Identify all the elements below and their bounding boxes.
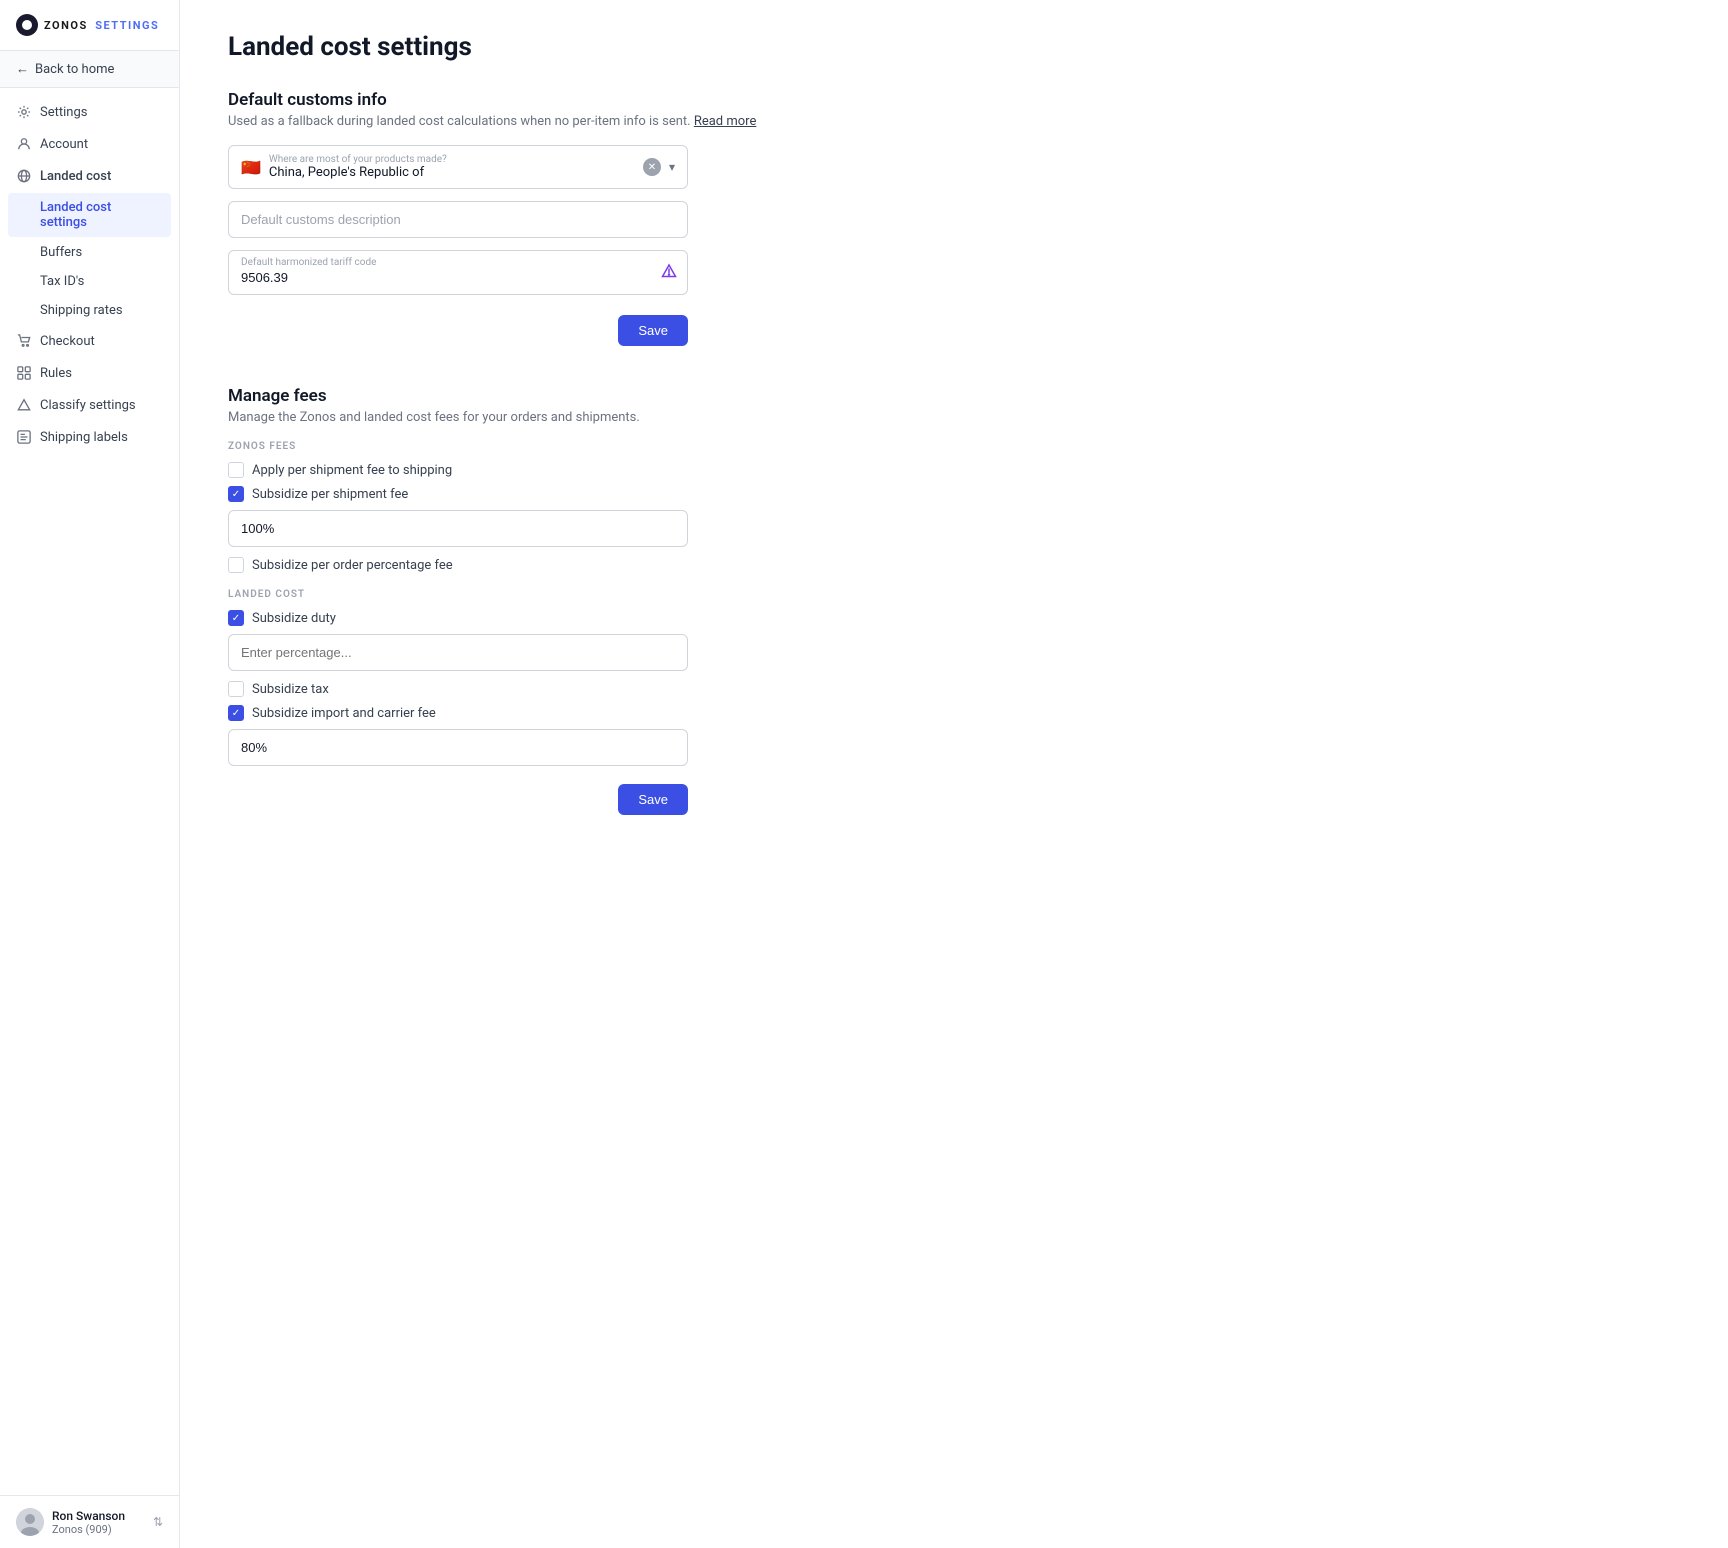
user-info: Ron Swanson Zonos (909) bbox=[52, 1509, 145, 1536]
subnav-buffers-label: Buffers bbox=[40, 245, 82, 260]
subsidize-import-label: Subsidize import and carrier fee bbox=[252, 706, 436, 721]
sidebar-item-checkout[interactable]: Checkout bbox=[0, 325, 179, 357]
sidebar-shipping-labels-label: Shipping labels bbox=[40, 430, 128, 445]
sidebar-checkout-label: Checkout bbox=[40, 334, 95, 349]
sidebar-item-shipping-rates[interactable]: Shipping rates bbox=[0, 296, 179, 325]
user-name: Ron Swanson bbox=[52, 1509, 145, 1523]
logo-icon bbox=[16, 14, 38, 36]
sidebar-settings-label: Settings bbox=[40, 105, 87, 120]
cart-icon bbox=[16, 333, 32, 349]
read-more-link[interactable]: Read more bbox=[694, 114, 757, 129]
subsidize-tax-label: Subsidize tax bbox=[252, 682, 329, 697]
user-icon bbox=[16, 136, 32, 152]
subnav-tax-ids-label: Tax ID's bbox=[40, 274, 84, 289]
customs-save-button[interactable]: Save bbox=[618, 315, 688, 346]
sidebar-account-label: Account bbox=[40, 137, 88, 152]
main-content: Landed cost settings Default customs inf… bbox=[180, 0, 1728, 1548]
sidebar-item-shipping-labels[interactable]: Shipping labels bbox=[0, 421, 179, 453]
landed-cost-subsection: LANDED COST Subsidize duty Subsidize tax… bbox=[228, 589, 1680, 766]
clear-country-button[interactable]: ✕ bbox=[643, 158, 661, 176]
landed-cost-subnav: Landed cost settings Buffers Tax ID's Sh… bbox=[0, 193, 179, 325]
customs-section-title: Default customs info bbox=[228, 90, 1680, 110]
chevron-down-icon: ▾ bbox=[669, 160, 675, 174]
apply-per-shipment-row[interactable]: Apply per shipment fee to shipping bbox=[228, 462, 1680, 478]
user-org: Zonos (909) bbox=[52, 1523, 145, 1536]
subsidize-duty-label: Subsidize duty bbox=[252, 611, 336, 626]
subsidize-duty-row[interactable]: Subsidize duty bbox=[228, 610, 1680, 626]
triangle-icon bbox=[16, 397, 32, 413]
subsidize-tax-row[interactable]: Subsidize tax bbox=[228, 681, 1680, 697]
tariff-field-group: Default harmonized tariff code bbox=[228, 250, 688, 295]
flag-icon: 🇨🇳 bbox=[241, 158, 261, 177]
description-field-group bbox=[228, 201, 688, 238]
fees-section-desc: Manage the Zonos and landed cost fees fo… bbox=[228, 410, 1680, 425]
subsidize-duty-checkbox[interactable] bbox=[228, 610, 244, 626]
duty-percentage-input[interactable] bbox=[228, 634, 688, 671]
sidebar-landed-cost-label: Landed cost bbox=[40, 169, 111, 184]
subsidize-per-order-label: Subsidize per order percentage fee bbox=[252, 558, 453, 573]
country-select[interactable]: 🇨🇳 Where are most of your products made?… bbox=[228, 145, 688, 189]
gear-icon bbox=[16, 104, 32, 120]
customs-section-desc: Used as a fallback during landed cost ca… bbox=[228, 114, 1680, 129]
sidebar-item-settings[interactable]: Settings bbox=[0, 96, 179, 128]
sidebar-item-buffers[interactable]: Buffers bbox=[0, 238, 179, 267]
expand-icon: ⇅ bbox=[153, 1515, 163, 1529]
country-field-inner: Where are most of your products made? Ch… bbox=[269, 154, 635, 180]
subnav-landed-cost-settings-label: Landed cost settings bbox=[40, 200, 155, 230]
apply-per-shipment-checkbox[interactable] bbox=[228, 462, 244, 478]
customs-description-input[interactable] bbox=[228, 201, 688, 238]
zonos-fees-label: ZONOS FEES bbox=[228, 441, 1680, 452]
grid-icon bbox=[16, 365, 32, 381]
sidebar-item-landed-cost-settings[interactable]: Landed cost settings bbox=[8, 193, 171, 237]
subsidize-per-shipment-checkbox[interactable] bbox=[228, 486, 244, 502]
country-label: Where are most of your products made? bbox=[269, 154, 635, 165]
subsidize-per-order-checkbox[interactable] bbox=[228, 557, 244, 573]
sidebar-item-classify-settings[interactable]: Classify settings bbox=[0, 389, 179, 421]
sidebar-classify-settings-label: Classify settings bbox=[40, 398, 136, 413]
logo: ZONOS SETTINGS bbox=[0, 0, 179, 51]
avatar bbox=[16, 1508, 44, 1536]
customs-info-section: Default customs info Used as a fallback … bbox=[228, 90, 1680, 346]
back-to-home-button[interactable]: ← Back to home bbox=[0, 51, 179, 88]
tariff-label: Default harmonized tariff code bbox=[241, 257, 675, 268]
subsidize-import-row[interactable]: Subsidize import and carrier fee bbox=[228, 705, 1680, 721]
customs-save-row: Save bbox=[228, 307, 688, 346]
warning-icon bbox=[661, 263, 677, 283]
apply-per-shipment-label: Apply per shipment fee to shipping bbox=[252, 463, 452, 478]
page-title: Landed cost settings bbox=[228, 32, 1680, 62]
globe-icon bbox=[16, 168, 32, 184]
sidebar: ZONOS SETTINGS ← Back to home Settings A… bbox=[0, 0, 180, 1548]
country-value: China, People's Republic of bbox=[269, 165, 635, 180]
sidebar-item-account[interactable]: Account bbox=[0, 128, 179, 160]
sidebar-rules-label: Rules bbox=[40, 366, 72, 381]
subsidize-tax-checkbox[interactable] bbox=[228, 681, 244, 697]
user-profile[interactable]: Ron Swanson Zonos (909) ⇅ bbox=[0, 1495, 179, 1548]
fees-save-row: Save bbox=[228, 776, 688, 815]
import-percentage-input[interactable] bbox=[228, 729, 688, 766]
fees-save-button[interactable]: Save bbox=[618, 784, 688, 815]
tag-icon bbox=[16, 429, 32, 445]
back-label: Back to home bbox=[35, 62, 114, 77]
tariff-code-field: Default harmonized tariff code bbox=[228, 250, 688, 295]
sidebar-item-landed-cost[interactable]: Landed cost bbox=[0, 160, 179, 192]
sidebar-item-rules[interactable]: Rules bbox=[0, 357, 179, 389]
sidebar-item-tax-ids[interactable]: Tax ID's bbox=[0, 267, 179, 296]
country-field-group: 🇨🇳 Where are most of your products made?… bbox=[228, 145, 688, 189]
subsidize-per-order-row[interactable]: Subsidize per order percentage fee bbox=[228, 557, 1680, 573]
subsidize-per-shipment-label: Subsidize per shipment fee bbox=[252, 487, 408, 502]
subnav-shipping-rates-label: Shipping rates bbox=[40, 303, 123, 318]
subsidize-per-shipment-row[interactable]: Subsidize per shipment fee bbox=[228, 486, 1680, 502]
subsidize-import-checkbox[interactable] bbox=[228, 705, 244, 721]
landed-cost-label: LANDED COST bbox=[228, 589, 1680, 600]
subsidize-shipment-value-input[interactable] bbox=[228, 510, 688, 547]
manage-fees-section: Manage fees Manage the Zonos and landed … bbox=[228, 386, 1680, 815]
fees-section-title: Manage fees bbox=[228, 386, 1680, 406]
sidebar-nav: Settings Account Landed cost Landed cost… bbox=[0, 88, 179, 1495]
tariff-code-input[interactable] bbox=[241, 270, 651, 285]
logo-text: ZONOS SETTINGS bbox=[44, 17, 159, 33]
back-arrow-icon: ← bbox=[16, 61, 29, 77]
